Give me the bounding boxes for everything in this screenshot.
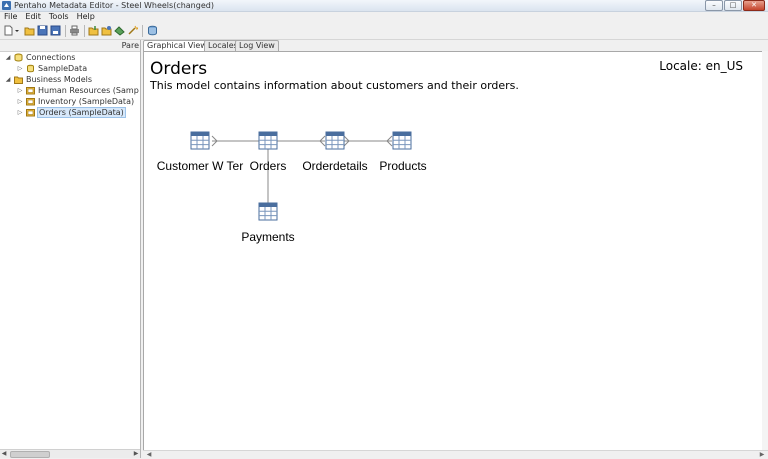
expand-icon[interactable]: ▷: [17, 107, 23, 118]
collapse-icon[interactable]: ◢: [5, 74, 11, 85]
model-diagram: Customer W Ter Orders Orderdetails Produ…: [157, 131, 427, 244]
expand-icon[interactable]: ▷: [17, 96, 23, 107]
expand-icon[interactable]: ▷: [17, 85, 23, 96]
menu-edit[interactable]: Edit: [21, 12, 45, 22]
app-logo-icon: [2, 1, 11, 10]
toolbar-separator: [142, 25, 143, 37]
model-icon: [26, 109, 35, 117]
wizard-icon[interactable]: [127, 25, 138, 36]
tree-item-connections[interactable]: ◢ Connections: [0, 52, 140, 63]
graphical-view-panel: Orders This model contains information a…: [143, 51, 764, 452]
tree-item-label: SampleData: [38, 64, 88, 73]
tree-item-inventory[interactable]: ▷ Inventory (SampleData): [0, 96, 140, 107]
tree-pane: Pare ◢ Connections ▷ SampleData ◢ Busine…: [0, 40, 141, 458]
toolbar-separator: [65, 25, 66, 37]
toolbar-separator: [84, 25, 85, 37]
folder-icon: [14, 76, 23, 84]
tree-pane-header-label: Pare: [121, 41, 139, 50]
content-vertical-scrollbar[interactable]: [762, 51, 768, 450]
import-icon[interactable]: [88, 25, 99, 36]
scroll-right-arrow-icon[interactable]: ▶: [132, 450, 140, 458]
tab-log-view[interactable]: Log View: [235, 40, 279, 51]
dropdown-arrow-icon[interactable]: [14, 25, 20, 36]
scroll-thumb[interactable]: [10, 451, 50, 458]
table-label: Customer W Ter: [157, 159, 243, 173]
print-icon[interactable]: [69, 25, 80, 36]
connection-icon: [27, 64, 34, 73]
menu-file[interactable]: File: [0, 12, 21, 22]
database-icon: [14, 53, 23, 62]
window-title: Pentaho Metadata Editor - Steel Wheels(c…: [14, 1, 214, 10]
table-label: Payments: [241, 230, 294, 244]
menu-bar: File Edit Tools Help: [0, 12, 768, 22]
tree-item-human-resources[interactable]: ▷ Human Resources (Samp: [0, 85, 140, 96]
tree-item-orders[interactable]: ▷ Orders (SampleData): [0, 107, 140, 118]
collapse-icon[interactable]: ◢: [5, 52, 11, 63]
tree-item-label: Inventory (SampleData): [38, 97, 135, 106]
table-icon: [325, 131, 345, 150]
table-icon: [258, 202, 278, 221]
publish-icon[interactable]: [114, 25, 125, 36]
export-icon[interactable]: [101, 25, 112, 36]
model-tree: ◢ Connections ▷ SampleData ◢ Business Mo…: [0, 52, 140, 118]
new-file-icon[interactable]: [3, 25, 14, 36]
table-label: Products: [379, 159, 426, 173]
tree-item-label: Connections: [26, 53, 76, 62]
table-label: Orders: [250, 159, 287, 173]
table-node-payments[interactable]: Payments: [241, 202, 295, 244]
model-icon: [26, 87, 35, 95]
table-node-products[interactable]: Products: [379, 131, 427, 173]
tree-item-business-models[interactable]: ◢ Business Models: [0, 74, 140, 85]
view-tabs: Graphical View Locales Log View: [143, 40, 768, 52]
menu-tools[interactable]: Tools: [45, 12, 73, 22]
toolbar: [0, 23, 768, 40]
tree-item-label: Business Models: [26, 75, 93, 84]
scroll-left-arrow-icon[interactable]: ◀: [0, 450, 8, 458]
title-bar: Pentaho Metadata Editor - Steel Wheels(c…: [0, 0, 768, 12]
tree-item-label: Human Resources (Samp: [38, 86, 139, 95]
tree-horizontal-scrollbar[interactable]: ◀ ▶: [0, 449, 140, 458]
save-as-icon[interactable]: [50, 25, 61, 36]
close-button[interactable]: ✕: [743, 0, 765, 11]
tree-item-label: Orders (SampleData): [37, 107, 126, 118]
table-icon: [392, 131, 412, 150]
table-node-orderdetails[interactable]: Orderdetails: [302, 131, 368, 173]
table-icon: [190, 131, 210, 150]
maximize-button[interactable]: □: [724, 0, 742, 11]
save-icon[interactable]: [37, 25, 48, 36]
database-explorer-icon[interactable]: [147, 25, 158, 36]
model-icon: [26, 98, 35, 106]
minimize-button[interactable]: –: [705, 0, 723, 11]
table-node-customer[interactable]: Customer W Ter: [157, 131, 243, 173]
tree-item-sampledata-connection[interactable]: ▷ SampleData: [0, 63, 140, 74]
table-icon: [258, 131, 278, 150]
menu-help[interactable]: Help: [73, 12, 99, 22]
table-label: Orderdetails: [302, 159, 367, 173]
expand-icon[interactable]: ▷: [17, 63, 23, 74]
open-folder-icon[interactable]: [24, 25, 35, 36]
tree-pane-header: Pare: [0, 40, 140, 52]
